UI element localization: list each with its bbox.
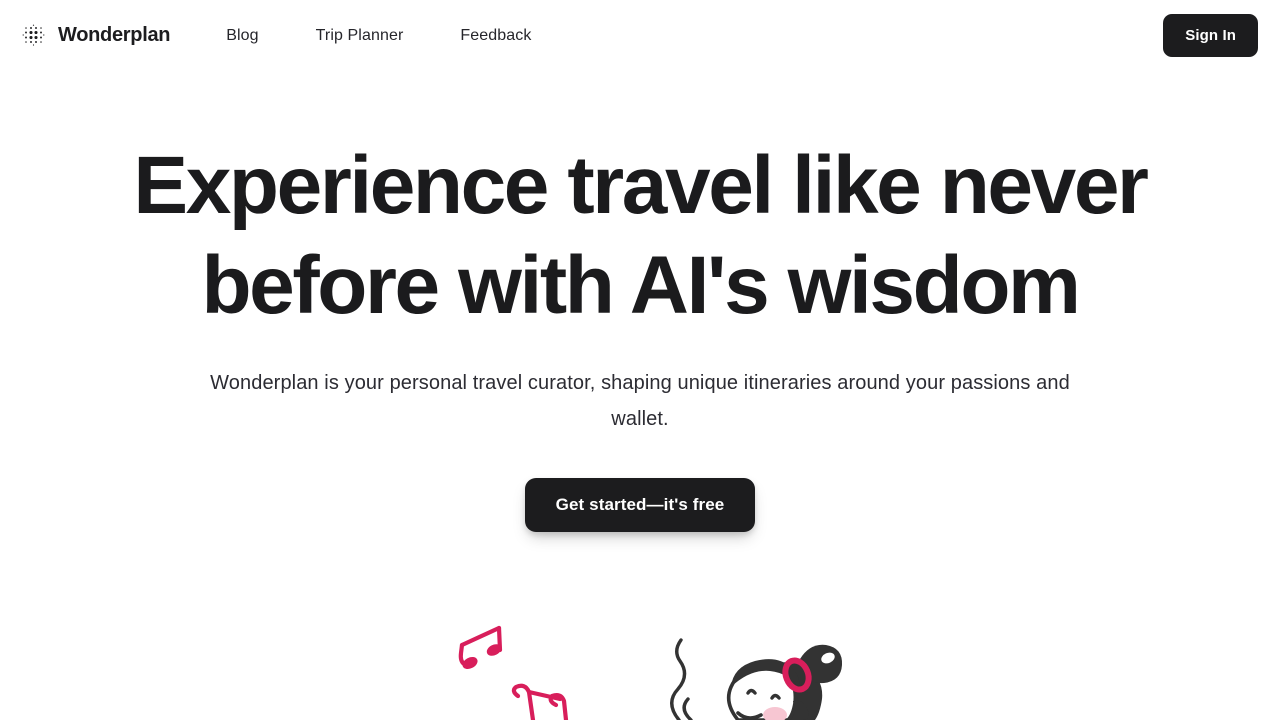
girl-character-icon [726,644,843,720]
sign-in-button[interactable]: Sign In [1163,14,1258,57]
get-started-button[interactable]: Get started—it's free [524,478,756,532]
music-note-icon [458,625,503,667]
nav-link-feedback[interactable]: Feedback [446,21,545,51]
eye-icon [746,688,781,700]
blush-icon [763,707,787,720]
nav-link-blog[interactable]: Blog [212,21,272,51]
mouth-icon [736,711,763,720]
brand-logo-link[interactable]: Wonderplan [22,24,170,48]
hair-tie-icon [782,657,812,693]
main-navigation: Blog Trip Planner Feedback [212,21,545,51]
nav-link-trip-planner[interactable]: Trip Planner [302,21,418,51]
cta-container: Get started—it's free [0,478,1280,532]
girl-with-music-notes-illustration [0,595,1280,720]
hero-section: Experience travel like never before with… [0,71,1280,532]
dot-grid-logo-icon [22,24,46,48]
music-note-head-icon [462,644,502,670]
hair-strand-icon [670,638,693,720]
music-note-icon-2 [511,683,569,720]
hero-subtitle: Wonderplan is your personal travel curat… [210,372,1070,430]
brand-name: Wonderplan [58,24,171,46]
site-header: Wonderplan Blog Trip Planner Feedback Si… [0,0,1280,71]
page-title: Experience travel like never before with… [133,140,1149,331]
